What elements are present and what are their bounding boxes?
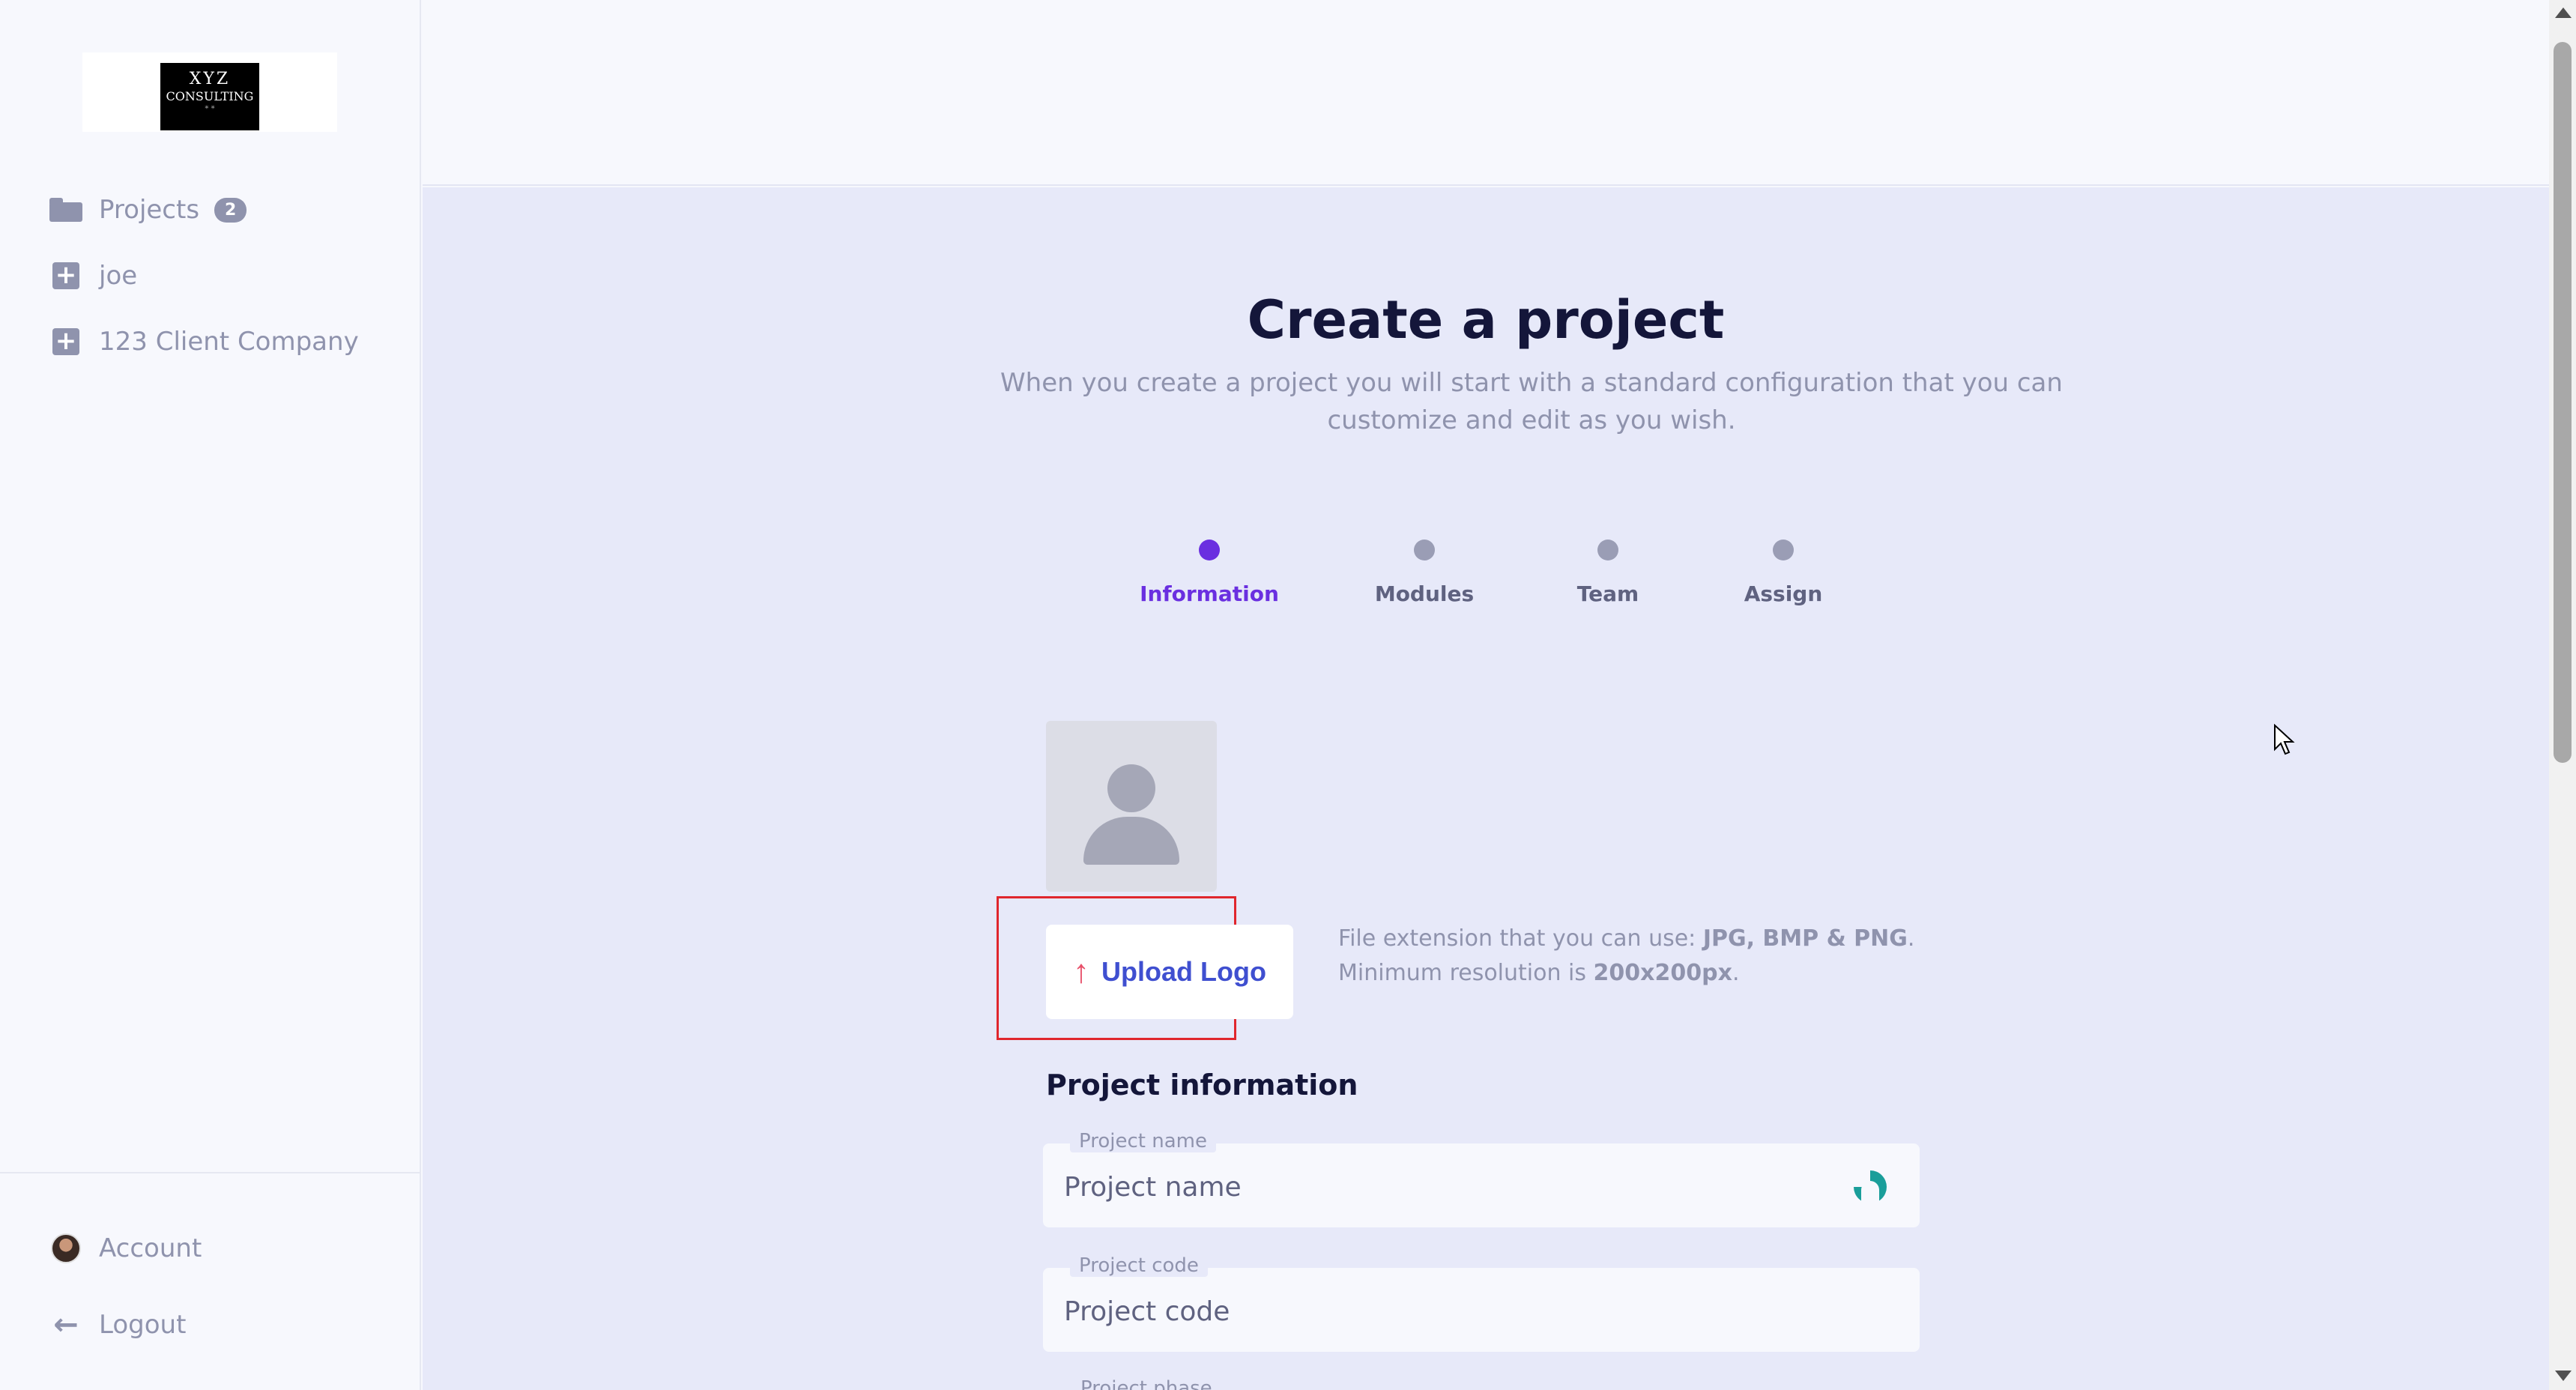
step-dot [1414,540,1435,560]
min-resolution: 200x200px [1593,960,1732,986]
sidebar-item-label: Projects [99,195,200,225]
create-project-panel: Create a project When you create a proje… [423,187,2549,1390]
sidebar-item-label: Account [99,1233,202,1263]
step-team[interactable]: Team [1518,540,1698,606]
scrollbar-thumb[interactable] [2554,42,2572,763]
step-label: Assign [1744,581,1823,606]
allowed-formats: JPG, BMP & PNG [1702,925,1908,952]
step-information[interactable]: Information [1119,540,1299,606]
step-dot [1597,540,1618,560]
project-name-field: Project name [1043,1130,1920,1227]
step-dot [1773,540,1794,560]
page-subtitle: When you create a project you will start… [1000,368,2063,435]
project-name-input[interactable] [1064,1167,1843,1206]
sidebar-divider [0,1172,421,1173]
folder-open-icon [49,193,82,226]
sidebar: XYZ CONSULTING * * Projects 2 + joe + 12… [0,0,421,1390]
sidebar-item-123-client-company[interactable]: + 123 Client Company [49,325,359,358]
loading-spinner-icon [1854,1170,1887,1203]
step-assign[interactable]: Assign [1693,540,1873,606]
brand-logo-line3: * * [205,105,215,113]
top-header [423,0,2549,186]
sidebar-item-label: joe [99,261,138,291]
sidebar-item-label: 123 Client Company [99,327,359,357]
step-modules[interactable]: Modules [1334,540,1514,606]
project-information-heading: Project information [1046,1069,1358,1102]
step-label: Modules [1374,581,1475,606]
plus-square-icon: + [49,259,82,292]
step-label: Information [1140,581,1279,606]
logo-placeholder [1046,721,1217,892]
plus-square-icon: + [49,325,82,358]
project-code-input[interactable] [1064,1292,1843,1331]
sidebar-item-account[interactable]: Account [49,1232,202,1265]
user-placeholder-icon [1107,764,1155,812]
brand-logo: XYZ CONSULTING * * [160,63,259,130]
arrow-left-icon: ← [53,1308,79,1342]
upload-logo-label: Upload Logo [1101,956,1266,987]
page-title: Create a project [1247,289,1725,351]
scrollbar[interactable] [2549,0,2576,1390]
project-name-label: Project name [1070,1130,1216,1152]
project-phase-label: Project phase [1080,1377,1212,1390]
brand-logo-container[interactable]: XYZ CONSULTING * * [82,52,337,132]
brand-logo-line2: CONSULTING [166,89,254,103]
projects-count-badge: 2 [214,197,247,223]
project-code-field: Project code [1043,1254,1920,1352]
step-label: Team [1576,581,1639,606]
sidebar-item-label: Logout [99,1310,187,1340]
arrow-up-icon: ↑ [1073,953,1090,990]
step-dot-active [1199,540,1220,560]
scroll-down-arrow-icon[interactable] [2555,1371,2572,1381]
sidebar-item-logout[interactable]: ← Logout [49,1308,187,1342]
scroll-up-arrow-icon[interactable] [2555,7,2572,18]
sidebar-item-joe[interactable]: + joe [49,259,137,292]
brand-logo-line1: XYZ [189,70,231,88]
upload-hint: File extension that you can use: JPG, BM… [1338,925,1915,986]
project-code-label: Project code [1070,1254,1208,1277]
sidebar-item-projects[interactable]: Projects 2 [49,193,247,226]
upload-logo-button[interactable]: ↑ Upload Logo [1046,925,1293,1019]
account-avatar [49,1232,82,1265]
